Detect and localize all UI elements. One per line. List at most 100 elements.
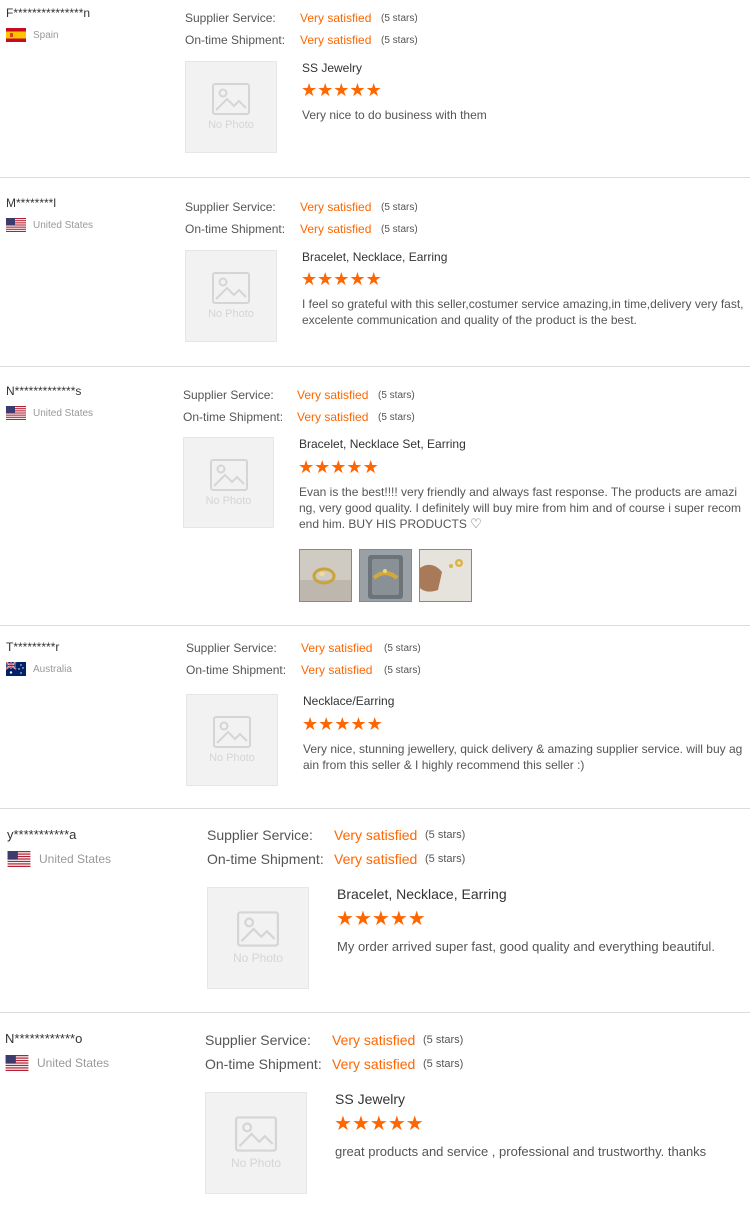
no-photo-text: No Photo: [232, 951, 284, 965]
star-icon: ★: [371, 908, 390, 930]
supplier-service-stars: (5 stars): [384, 642, 421, 654]
star-rating: ★ ★ ★ ★ ★: [302, 715, 383, 733]
australia-flag-icon: [6, 662, 26, 676]
star-icon: ★: [333, 269, 350, 289]
us-flag-icon: [5, 1055, 29, 1071]
star-icon: ★: [387, 1113, 406, 1135]
star-icon: ★: [350, 714, 367, 734]
star-icon: ★: [314, 457, 331, 477]
reviewer-country: United States: [6, 406, 93, 420]
review-item: N*************s United States Supplier S…: [0, 367, 750, 626]
supplier-service-stars: (5 stars): [381, 201, 418, 213]
product-name: SS Jewelry: [302, 61, 363, 75]
ontime-shipment-stars: (5 stars): [381, 223, 418, 235]
image-placeholder-icon: [209, 458, 248, 491]
reviewer-country: Australia: [6, 662, 72, 676]
no-photo-placeholder: No Photo: [183, 437, 274, 528]
ontime-shipment-value: Very satisfied: [300, 222, 372, 236]
star-icon: ★: [362, 457, 379, 477]
star-icon: ★: [334, 714, 351, 734]
country-label: Spain: [33, 29, 59, 41]
gold-earring-photo: [420, 550, 471, 601]
feedback-body: Evan is the best!!!! very friendly and a…: [299, 485, 741, 531]
ontime-shipment-label: On-time Shipment:: [205, 1056, 322, 1072]
reviewer-name: N************o: [5, 1031, 83, 1046]
product-name: Bracelet, Necklace, Earring: [302, 250, 448, 264]
star-icon: ★: [330, 457, 347, 477]
no-photo-placeholder: No Photo: [205, 1092, 307, 1194]
star-icon: ★: [334, 1113, 352, 1135]
feedback-text: Evan is the best!!!! very friendly and a…: [299, 484, 741, 532]
ontime-shipment-label: On-time Shipment:: [185, 222, 286, 236]
no-photo-placeholder: No Photo: [207, 887, 309, 989]
review-photo-thumbnail[interactable]: [299, 549, 352, 602]
product-name: Bracelet, Necklace, Earring: [337, 886, 507, 902]
product-name: SS Jewelry: [335, 1091, 406, 1107]
review-photo-thumbnail[interactable]: [419, 549, 472, 602]
reviewer-name: y***********a: [7, 827, 77, 842]
star-icon: ★: [369, 1113, 388, 1135]
supplier-service-label: Supplier Service:: [186, 641, 277, 655]
supplier-service-label: Supplier Service:: [185, 11, 276, 25]
ontime-shipment-label: On-time Shipment:: [185, 33, 286, 47]
star-icon: ★: [302, 714, 319, 734]
ontime-shipment-stars: (5 stars): [384, 664, 421, 676]
star-rating: ★ ★ ★ ★ ★: [301, 81, 382, 99]
supplier-service-value: Very satisfied: [300, 11, 372, 25]
star-icon: ★: [336, 908, 354, 930]
image-placeholder-icon: [235, 1116, 277, 1152]
us-flag-icon: [6, 218, 26, 232]
ontime-shipment-stars: (5 stars): [425, 853, 466, 865]
ontime-shipment-label: On-time Shipment:: [186, 663, 287, 677]
reviewer-country: Spain: [6, 28, 59, 42]
seller-ratings: Supplier Service: Very satisfied (5 star…: [185, 7, 418, 51]
star-icon: ★: [349, 80, 366, 100]
star-icon: ★: [317, 269, 334, 289]
country-label: Australia: [33, 663, 72, 675]
no-photo-text: No Photo: [205, 494, 252, 507]
star-icon: ★: [351, 1113, 370, 1135]
supplier-service-value: Very satisfied: [334, 827, 418, 843]
supplier-service-value: Very satisfied: [301, 641, 373, 655]
feedback-text: great products and service , professiona…: [335, 1144, 707, 1159]
ontime-shipment-label: On-time Shipment:: [207, 851, 324, 867]
seller-ratings: Supplier Service: Very satisfied (5 star…: [186, 637, 421, 681]
image-placeholder-icon: [213, 716, 251, 748]
review-item: M********l United States Supplier Servic…: [0, 178, 750, 367]
ontime-shipment-value: Very satisfied: [297, 410, 369, 424]
star-icon: ★: [317, 80, 334, 100]
review-photos: [299, 549, 479, 602]
star-icon: ★: [349, 269, 366, 289]
no-photo-placeholder: No Photo: [185, 61, 277, 153]
product-name: Bracelet, Necklace Set, Earring: [299, 437, 466, 451]
star-rating: ★ ★ ★ ★ ★: [334, 1114, 424, 1134]
star-icon: ★: [353, 908, 372, 930]
supplier-service-label: Supplier Service:: [183, 388, 274, 402]
star-icon: ★: [365, 80, 382, 100]
star-icon: ★: [346, 457, 363, 477]
feedback-text: Very nice to do business with them: [302, 108, 487, 122]
star-icon: ★: [407, 908, 426, 930]
seller-ratings: Supplier Service: Very satisfied (5 star…: [183, 384, 415, 428]
supplier-service-label: Supplier Service:: [205, 1032, 311, 1048]
country-label: United States: [37, 1056, 110, 1070]
review-item: T*********r Australia Supplier Service: …: [0, 626, 750, 809]
country-label: United States: [33, 407, 94, 419]
image-placeholder-icon: [237, 911, 279, 947]
reviewer-name: F***************n: [6, 6, 91, 20]
feedback-text: My order arrived super fast, good qualit…: [337, 939, 715, 954]
star-rating: ★ ★ ★ ★ ★: [301, 270, 382, 288]
no-photo-text: No Photo: [208, 119, 254, 131]
supplier-service-label: Supplier Service:: [207, 827, 313, 843]
product-name: Necklace/Earring: [303, 694, 395, 708]
ontime-shipment-stars: (5 stars): [423, 1058, 464, 1070]
country-label: United States: [33, 219, 94, 231]
no-photo-placeholder: No Photo: [186, 694, 278, 786]
review-photo-thumbnail[interactable]: [359, 549, 412, 602]
no-photo-text: No Photo: [209, 752, 255, 764]
heart-icon: ♡: [470, 516, 482, 531]
ontime-shipment-value: Very satisfied: [332, 1056, 416, 1072]
spain-flag-icon: [6, 28, 26, 42]
feedback-text: Very nice, stunning jewellery, quick del…: [303, 742, 743, 772]
reviewer-name: M********l: [6, 196, 57, 210]
